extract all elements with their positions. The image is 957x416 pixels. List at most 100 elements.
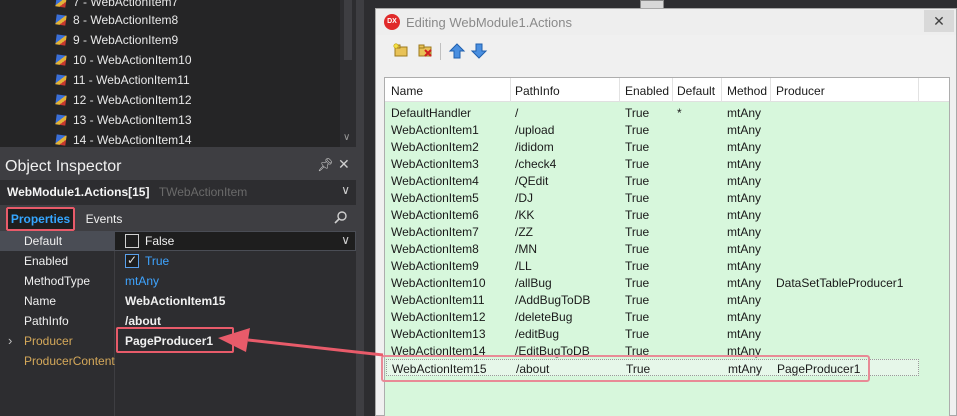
delete-item-icon[interactable] (416, 42, 434, 60)
cell-name: WebActionItem1 (391, 123, 479, 137)
object-inspector-title: Object Inspector (5, 158, 122, 175)
cell-name: WebActionItem12 (391, 310, 486, 324)
table-row[interactable]: WebActionItem2/ididom True mtAny (385, 138, 949, 155)
column-header-enabled[interactable]: Enabled (625, 84, 669, 98)
cell-method: mtAny (727, 242, 762, 256)
cell-pathinfo: /MN (515, 242, 537, 256)
move-down-icon[interactable] (470, 42, 488, 60)
object-selector[interactable]: WebModule1.Actions[15] TWebActionItem ∨ (0, 180, 356, 204)
cell-method: mtAny (727, 123, 762, 137)
cell-name: WebActionItem9 (391, 259, 479, 273)
cell-pathinfo: /upload (515, 123, 555, 137)
cell-name: WebActionItem6 (391, 208, 479, 222)
tree-item[interactable]: 12 - WebActionItem12 (56, 90, 192, 110)
cell-method: mtAny (727, 174, 762, 188)
table-row[interactable]: WebActionItem4/QEdit True mtAny (385, 172, 949, 189)
tree-scrollbar[interactable]: ∨ (340, 0, 356, 147)
chevron-right-icon[interactable]: › (8, 333, 12, 348)
column-header-producer[interactable]: Producer (776, 84, 825, 98)
table-row[interactable]: WebActionItem6/KK True mtAny (385, 206, 949, 223)
table-row[interactable]: WebActionItem5/DJ True mtAny (385, 189, 949, 206)
cell-method: mtAny (727, 327, 762, 341)
cell-enabled: True (625, 225, 650, 239)
column-separator[interactable] (770, 78, 771, 102)
cell-enabled: True (625, 259, 650, 273)
column-header-pathinfo[interactable]: PathInfo (515, 84, 560, 98)
property-row-default[interactable]: Default False ∨ (0, 231, 356, 251)
property-name: Producer (24, 334, 73, 348)
table-row[interactable]: WebActionItem8/MN True mtAny (385, 240, 949, 257)
properties-tab-highlight (6, 207, 75, 231)
chevron-down-icon[interactable]: ∨ (341, 183, 350, 197)
property-value: /about (125, 314, 161, 328)
cell-pathinfo: /AddBugToDB (515, 293, 591, 307)
tab-events[interactable]: Events (80, 207, 128, 231)
tree-item-label: 12 - WebActionItem12 (73, 93, 192, 107)
property-row-producercontent[interactable]: ProducerContent (0, 351, 356, 371)
move-up-icon[interactable] (448, 42, 466, 60)
column-header-name[interactable]: Name (391, 84, 423, 98)
tree-item-label: 11 - WebActionItem11 (73, 73, 190, 87)
property-row-name[interactable]: Name WebActionItem15 (0, 291, 356, 311)
column-separator[interactable] (619, 78, 620, 102)
splitter[interactable] (356, 0, 364, 416)
table-row[interactable]: DefaultHandler / True * mtAny (385, 104, 949, 121)
table-row[interactable]: WebActionItem1/upload True mtAny (385, 121, 949, 138)
property-name: Enabled (24, 254, 69, 268)
web-action-item-icon (56, 54, 68, 66)
tree-item[interactable]: 11 - WebActionItem11 (56, 70, 190, 90)
dialog-titlebar: DX Editing WebModule1.Actions ✕ (376, 9, 956, 35)
producer-value-highlight (116, 327, 234, 353)
property-row-methodtype[interactable]: MethodType mtAny (0, 271, 356, 291)
cell-pathinfo: /allBug (515, 276, 552, 290)
enabled-checkbox[interactable] (125, 253, 139, 268)
tree-item[interactable]: 10 - WebActionItem10 (56, 50, 192, 70)
pin-icon[interactable]: 📌︎ (317, 157, 334, 173)
web-action-item-icon (56, 94, 68, 106)
cell-enabled: True (625, 106, 650, 120)
column-separator[interactable] (918, 78, 919, 102)
property-name: Name (24, 294, 57, 308)
tree-item-label: 13 - WebActionItem13 (73, 113, 192, 127)
chevron-down-icon[interactable]: ∨ (341, 233, 350, 247)
table-row[interactable]: WebActionItem11/AddBugToDB True mtAny (385, 291, 949, 308)
property-value: mtAny (125, 274, 160, 288)
column-header-default[interactable]: Default (677, 84, 715, 98)
table-row[interactable]: WebActionItem9/LL True mtAny (385, 257, 949, 274)
cell-method: mtAny (727, 106, 762, 120)
scrollbar-thumb[interactable] (344, 0, 352, 60)
tab-properties[interactable]: Properties (6, 207, 75, 231)
table-row[interactable]: WebActionItem12/deleteBug True mtAny (385, 308, 949, 325)
search-icon[interactable] (334, 210, 348, 224)
column-header-method[interactable]: Method (727, 84, 767, 98)
web-action-item-icon (56, 0, 68, 8)
property-grid: Default False ∨ Enabled True MethodType … (0, 231, 356, 416)
close-icon[interactable]: ✕ (338, 156, 350, 173)
cell-method: mtAny (727, 140, 762, 154)
property-name: PathInfo (24, 314, 69, 328)
cell-enabled: True (625, 208, 650, 222)
tree-item-label: 8 - WebActionItem8 (73, 13, 179, 27)
property-value: False (145, 234, 175, 248)
tree-item[interactable]: 8 - WebActionItem8 (56, 10, 178, 30)
cell-method: mtAny (727, 276, 762, 290)
default-checkbox[interactable] (125, 234, 139, 248)
cell-pathinfo: /ZZ (515, 225, 533, 239)
scroll-down-icon[interactable]: ∨ (343, 133, 350, 143)
column-separator[interactable] (510, 78, 511, 102)
cell-name: WebActionItem2 (391, 140, 479, 154)
add-item-icon[interactable] (392, 42, 410, 60)
table-row[interactable]: WebActionItem10/allBug True mtAny DataSetTa… (385, 274, 949, 291)
table-row[interactable]: WebActionItem3/check4 True mtAny (385, 155, 949, 172)
column-separator[interactable] (672, 78, 673, 102)
dialog-close-button[interactable]: ✕ (924, 10, 954, 32)
table-row[interactable]: WebActionItem13/editBug True mtAny (385, 325, 949, 342)
column-separator[interactable] (721, 78, 722, 102)
tree-item[interactable]: 9 - WebActionItem9 (56, 30, 178, 50)
tree-item[interactable]: 14 - WebActionItem14 (56, 130, 192, 147)
property-value: WebActionItem15 (125, 294, 226, 308)
property-row-enabled[interactable]: Enabled True (0, 251, 356, 271)
tree-item[interactable]: 13 - WebActionItem13 (56, 110, 192, 130)
cell-name: WebActionItem4 (391, 174, 479, 188)
table-row[interactable]: WebActionItem7/ZZ True mtAny (385, 223, 949, 240)
